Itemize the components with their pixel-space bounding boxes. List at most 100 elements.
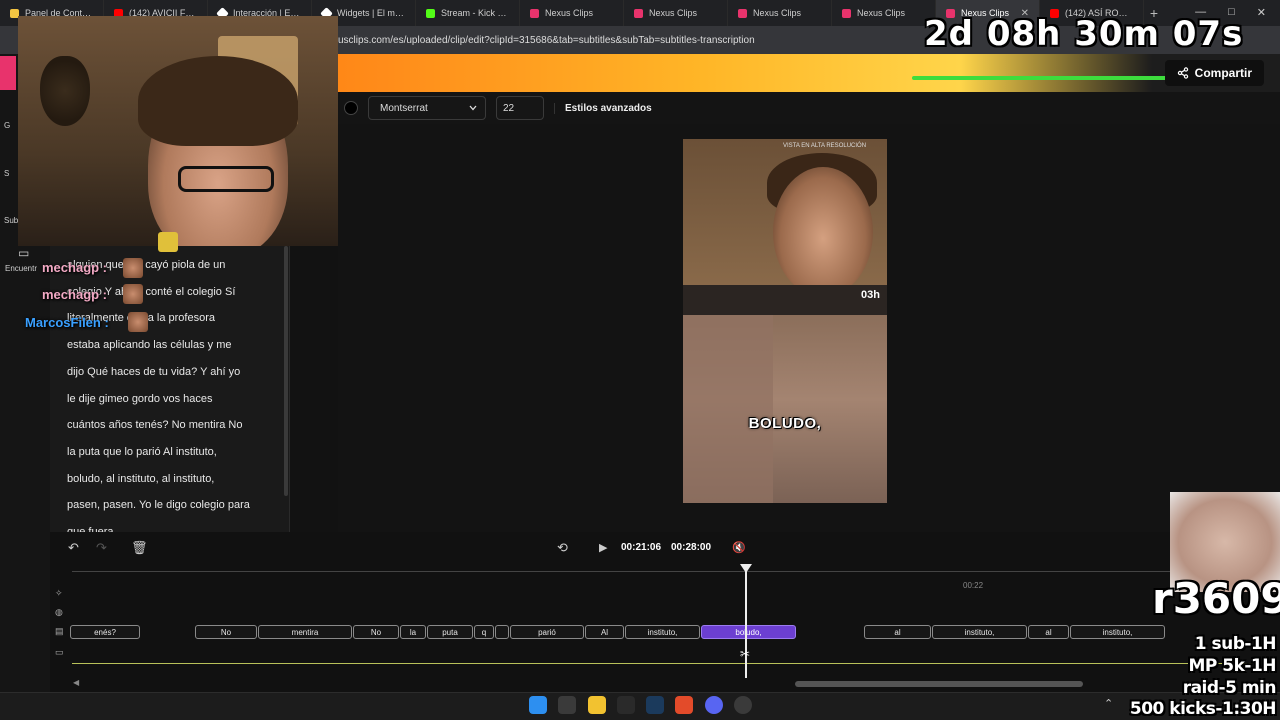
transcript-line[interactable]: le dije gimeo gordo vos haces (67, 386, 267, 413)
nexus-favicon-icon (634, 8, 643, 18)
preview-face (773, 167, 873, 297)
video-preview[interactable]: VISTA EN ALTA RESOLUCIÓN 03h BOLUDO, (683, 139, 887, 503)
advanced-styles-button[interactable]: Estilos avanzados (554, 102, 662, 114)
subtitle-style-toolbar: Montserrat 22 Estilos avanzados (338, 92, 1280, 124)
word-chip[interactable]: la (400, 625, 426, 639)
font-family-select[interactable]: Montserrat (368, 96, 486, 120)
discord-icon[interactable] (705, 696, 723, 714)
style-icon[interactable]: ◍ (55, 607, 63, 618)
browser-tab[interactable]: Nexus Clips (520, 0, 624, 26)
chevron-down-icon (469, 105, 477, 111)
chat-username: MarcosFilen : (25, 315, 109, 330)
sidebar-item-label[interactable]: Sub (4, 216, 18, 225)
sub-counter: r3609 (1152, 574, 1280, 623)
word-chip[interactable]: puta (427, 625, 473, 639)
folder-icon[interactable] (588, 696, 606, 714)
sidebar-item-label[interactable]: G (4, 121, 10, 130)
transcript-line[interactable]: boludo, al instituto, al instituto, (67, 466, 267, 493)
chat-emote-icon (123, 284, 143, 304)
word-chip-selected[interactable]: boludo, (701, 625, 796, 639)
font-size-input[interactable]: 22 (496, 96, 544, 120)
nexus-favicon-icon (530, 8, 539, 18)
sidebar-item-label[interactable]: S (4, 169, 9, 178)
transcript-line[interactable]: estaba aplicando las células y me (67, 332, 267, 359)
word-chip[interactable]: instituto, (625, 625, 700, 639)
goal-line: 1 sub-1H (1194, 634, 1277, 654)
transcript-line[interactable]: la puta que lo parió Al instituto, (67, 439, 267, 466)
transcript-line[interactable]: dijo Qué haces de tu vida? Y ahí yo (67, 359, 267, 386)
current-time: 00:21:06 (621, 542, 662, 553)
os-taskbar (0, 692, 1280, 720)
word-chip[interactable] (495, 625, 509, 639)
chat-username: mechagp : (42, 287, 108, 302)
trash-icon[interactable]: 🗑 (131, 540, 148, 556)
chat-username: mechagp : (42, 260, 108, 275)
streamer-glasses (178, 166, 274, 192)
scissors-icon[interactable]: ✂ (740, 647, 750, 661)
word-chip[interactable]: enés? (70, 625, 140, 639)
url-text[interactable]: usclips.com/es/uploaded/clip/edit?clipId… (338, 35, 755, 46)
browser-tab[interactable]: Stream - Kick Dashb (416, 0, 520, 26)
kick-favicon-icon (426, 8, 435, 18)
sidebar-item-label[interactable]: Encuentr (5, 264, 37, 273)
word-chip[interactable]: q (474, 625, 494, 639)
word-chip[interactable]: mentira (258, 625, 352, 639)
pineapple-emote-icon (158, 232, 178, 252)
browser-tab[interactable]: Nexus Clips (832, 0, 936, 26)
streamer-hair (138, 56, 298, 146)
word-chip[interactable]: al (1028, 625, 1069, 639)
tray-chevron-icon[interactable]: ⌃ (1104, 697, 1113, 710)
rewind-icon[interactable]: ⟲ (557, 540, 568, 556)
obs-icon[interactable] (734, 696, 752, 714)
chat-emote-icon (123, 258, 143, 278)
text-color-swatch[interactable] (344, 101, 358, 115)
video-track[interactable] (72, 663, 1252, 664)
stream-progress-bar (912, 76, 1184, 80)
subtitle-track-icon[interactable]: ▤ (55, 626, 64, 637)
nexus-favicon-icon (738, 8, 747, 18)
undo-icon[interactable]: ↶ (68, 540, 79, 556)
playhead-handle[interactable] (740, 564, 752, 573)
word-chip[interactable]: instituto, (932, 625, 1027, 639)
preview-hud-timer: 03h (861, 289, 880, 301)
transcript-line[interactable]: pasen, pasen. Yo le digo colegio para (67, 492, 267, 519)
steam-icon[interactable] (646, 696, 664, 714)
epic-games-icon[interactable] (617, 696, 635, 714)
word-chip[interactable]: parió (510, 625, 584, 639)
preview-watermark: VISTA EN ALTA RESOLUCIÓN (783, 143, 867, 149)
word-chip[interactable]: instituto, (1070, 625, 1165, 639)
total-time: 00:28:00 (671, 542, 712, 553)
terminal-icon[interactable] (558, 696, 576, 714)
screen: Panel de Control - (142) AVICII FOR Inte… (0, 0, 1280, 720)
word-chip[interactable]: No (195, 625, 257, 639)
timeline-horizontal-scrollbar[interactable] (795, 681, 1083, 687)
timeline-tick-label: 00:22 (963, 581, 984, 590)
browser-tab[interactable]: Nexus Clips (728, 0, 832, 26)
transcript-line[interactable]: cuántos años tenés? No mentira No (67, 412, 267, 439)
close-window-button[interactable]: ✕ (1257, 6, 1266, 19)
playhead[interactable] (745, 568, 747, 678)
transcript-scrollbar[interactable] (284, 246, 288, 496)
share-icon (1177, 67, 1188, 79)
redo-icon[interactable]: ↷ (96, 540, 107, 556)
transcript-line[interactable]: que fuera. (67, 519, 267, 532)
word-chip[interactable]: No (353, 625, 399, 639)
share-label: Compartir (1194, 66, 1252, 80)
brave-browser-icon[interactable] (675, 696, 693, 714)
stream-countdown: 2d 08h 30m 07s (924, 14, 1244, 54)
playback-controls: ↶ ↷ 🗑 ⟲ ▶ 🔇 (50, 532, 1280, 564)
word-chip[interactable]: Al (585, 625, 624, 639)
windows-start-icon[interactable] (529, 696, 547, 714)
browser-tab[interactable]: Nexus Clips (624, 0, 728, 26)
video-camera-icon[interactable]: ▭ (18, 246, 29, 260)
mute-icon[interactable]: 🔇 (732, 541, 746, 554)
brand-tab[interactable] (0, 56, 16, 90)
scroll-left-icon[interactable]: ◀ (73, 678, 79, 687)
share-button[interactable]: Compartir (1164, 60, 1264, 86)
word-chip[interactable]: al (864, 625, 931, 639)
goal-line: raid-5 min (1182, 678, 1277, 698)
play-icon[interactable]: ▶ (599, 541, 607, 554)
goal-line: MP 5k-1H (1188, 656, 1276, 676)
magic-icon[interactable]: ✧ (55, 588, 63, 599)
video-track-icon[interactable]: ▭ (55, 647, 64, 658)
